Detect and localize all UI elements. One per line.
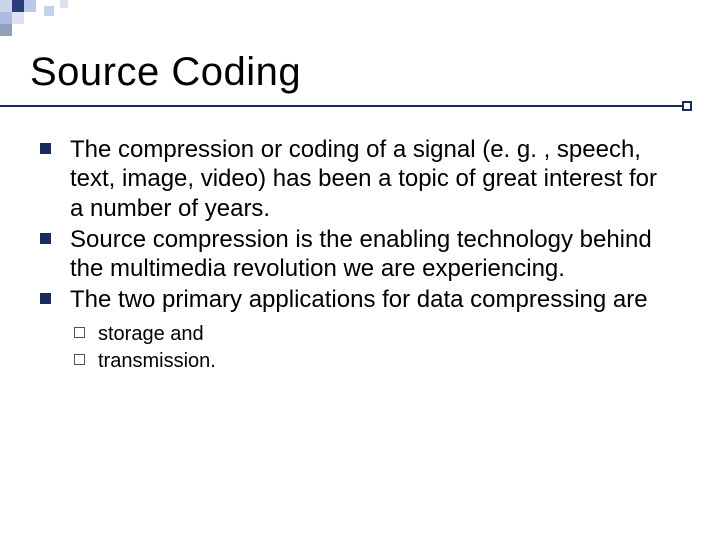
sub-bullet-suffix: and	[165, 323, 204, 345]
sub-bullet-text: transmission.	[98, 350, 216, 372]
slide-title: Source Coding	[30, 50, 690, 95]
bullet-item: Source compression is the enabling techn…	[70, 225, 675, 284]
sub-bullet-item: storage and	[98, 321, 675, 348]
deco-square	[24, 0, 36, 12]
bullet-text: Source compression is the enabling techn…	[70, 226, 652, 282]
title-underline	[0, 105, 690, 107]
sub-bullet-text: storage	[98, 323, 165, 345]
bullet-text: The compression or coding of a signal (e…	[70, 136, 657, 222]
square-bullet-icon	[40, 143, 51, 154]
corner-decoration	[0, 0, 100, 42]
underline-endcap-icon	[682, 101, 692, 111]
square-bullet-icon	[40, 233, 51, 244]
sub-bullet-list: storage and transmission.	[98, 321, 675, 375]
deco-square	[12, 0, 24, 12]
deco-square	[0, 24, 12, 36]
deco-square	[0, 12, 12, 24]
deco-square	[60, 0, 68, 8]
deco-square	[0, 0, 12, 12]
bullet-item: The compression or coding of a signal (e…	[70, 135, 675, 223]
slide: Source Coding The compression or coding …	[0, 0, 720, 540]
body-area: The compression or coding of a signal (e…	[0, 107, 720, 375]
deco-square	[12, 12, 24, 24]
hollow-square-bullet-icon	[74, 354, 85, 365]
title-area: Source Coding	[0, 0, 720, 95]
bullet-list: The compression or coding of a signal (e…	[70, 135, 675, 375]
sub-bullet-item: transmission.	[98, 348, 675, 375]
deco-square	[44, 6, 54, 16]
bullet-item: The two primary applications for data co…	[70, 285, 675, 374]
square-bullet-icon	[40, 293, 51, 304]
bullet-text: The two primary applications for data co…	[70, 286, 648, 313]
hollow-square-bullet-icon	[74, 327, 85, 338]
